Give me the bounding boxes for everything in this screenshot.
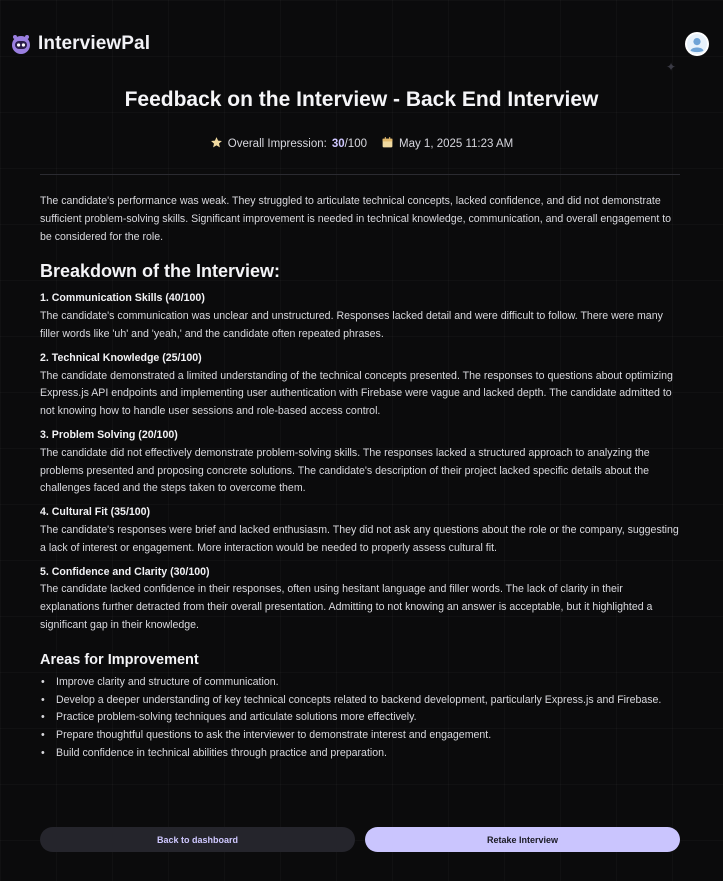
category-title: 4. Cultural Fit (35/100) [40,506,151,519]
category-title: 3. Problem Solving (20/100) [40,428,178,441]
robot-face-icon [10,33,32,55]
category-confidence-clarity: 5. Confidence and Clarity (30/100) The c… [40,564,681,635]
category-problem-solving: 3. Problem Solving (20/100) The candidat… [40,427,681,498]
impression-score-suffix: /100 [344,138,367,150]
impression-score-value: 30/100 [332,138,367,150]
retake-interview-button[interactable]: Retake Interview [365,827,680,852]
category-title: 5. Confidence and Clarity (30/100) [40,565,210,578]
category-cultural-fit: 4. Cultural Fit (35/100) The candidate's… [40,504,681,557]
divider [40,174,680,175]
list-item: Practice problem-solving techniques and … [40,709,681,727]
interview-meta: Overall Impression: 30/100 May 1, 2025 1… [0,136,723,152]
list-item: Build confidence in technical abilities … [40,745,681,763]
list-item: Improve clarity and structure of communi… [40,674,681,692]
impression-label: Overall Impression: [227,138,327,150]
category-text: The candidate demonstrated a limited und… [40,369,673,418]
top-navbar: InterviewPal [10,30,711,58]
improvements-list: Improve clarity and structure of communi… [40,674,681,763]
breakdown-heading: Breakdown of the Interview: [40,261,281,282]
list-item: Prepare thoughtful questions to ask the … [40,727,681,745]
overall-impression: Overall Impression: 30/100 [210,136,367,152]
category-communication: 1. Communication Skills (40/100) The can… [40,290,681,343]
brand-name: InterviewPal [38,33,151,54]
category-text: The candidate's responses were brief and… [40,523,679,554]
page-title: Feedback on the Interview - Back End Int… [124,88,599,111]
category-text: The candidate lacked confidence in their… [40,583,653,631]
sparkle-icon: ✦ [666,60,677,74]
star-icon [210,136,223,152]
user-avatar-icon[interactable] [685,32,709,56]
date-text: May 1, 2025 11:23 AM [399,138,514,150]
brand[interactable]: InterviewPal [10,33,150,55]
category-text: The candidate's communication was unclea… [40,310,663,340]
category-title: 2. Technical Knowledge (25/100) [40,351,202,364]
feedback-content: The candidate's performance was weak. Th… [40,193,681,763]
improvements-heading: Areas for Improvement [40,651,199,668]
summary-text: The candidate's performance was weak. Th… [40,195,672,243]
back-to-dashboard-button[interactable]: Back to dashboard [40,827,355,852]
category-technical-knowledge: 2. Technical Knowledge (25/100) The cand… [40,350,681,421]
calendar-icon [381,136,394,152]
interview-date: May 1, 2025 11:23 AM [381,136,513,152]
list-item: Develop a deeper understanding of key te… [40,692,681,710]
category-text: The candidate did not effectively demons… [40,446,650,495]
category-title: 1. Communication Skills (40/100) [40,292,205,305]
impression-score: 30 [331,138,345,150]
